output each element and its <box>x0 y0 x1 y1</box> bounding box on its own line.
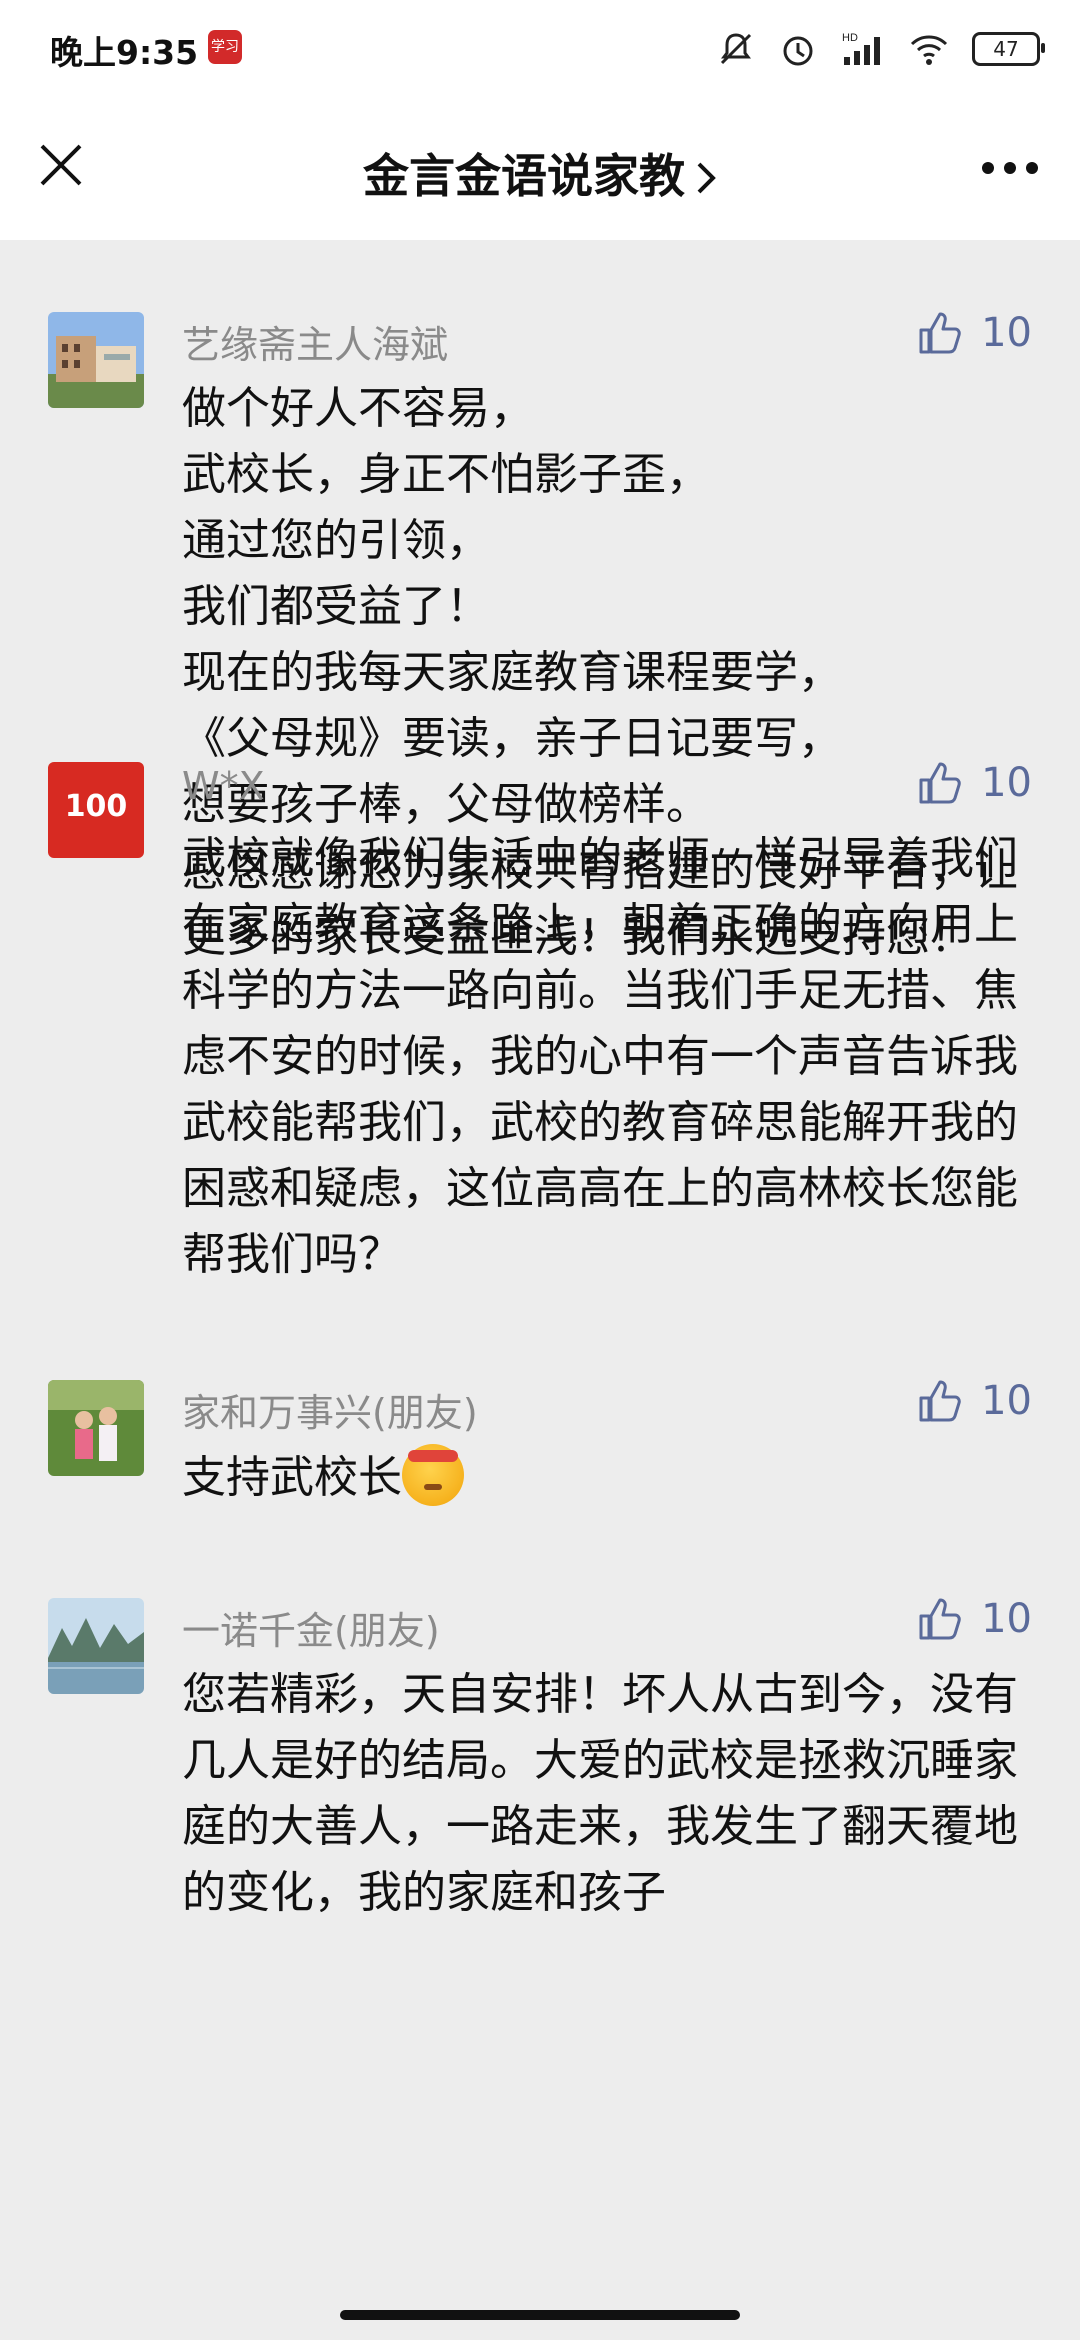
chevron-right-icon <box>695 153 717 207</box>
like-count: 10 <box>981 1596 1032 1642</box>
comment-text: 武校就像我们生活中的老师一样引导着我们在家庭教育这条路上，朝着正确的方向用上科学… <box>182 833 1018 1280</box>
page-title: 金言金语说家教 <box>363 149 685 203</box>
thumbs-up-icon <box>919 1598 961 1640</box>
like-button[interactable]: 10 <box>917 760 1032 806</box>
alarm-icon <box>778 29 818 69</box>
shushing-emoji-icon <box>402 1444 464 1506</box>
comment-list: 艺缘斋主人海斌 10 做个好人不容易， 武校长，身正不怕影子歪， 通过您的引领，… <box>0 240 1080 2300</box>
like-count: 10 <box>981 760 1032 806</box>
like-button[interactable]: 10 <box>917 1596 1032 1642</box>
like-button[interactable]: 10 <box>917 1378 1032 1424</box>
thumbs-up-icon <box>919 312 961 354</box>
notification-app-icon: 学习 <box>208 30 242 64</box>
avatar-text: 100 <box>64 789 128 824</box>
hd-signal-icon: HD <box>840 29 886 69</box>
mute-icon <box>716 29 756 69</box>
nickname[interactable]: 家和万事兴(朋友) <box>182 1382 478 1437</box>
wifi-icon <box>908 29 950 69</box>
avatar[interactable]: 100 <box>48 762 144 858</box>
page-title-link[interactable]: 金言金语说家教 <box>0 140 1080 207</box>
nickname[interactable]: 一诺千金(朋友) <box>182 1600 440 1655</box>
like-count: 10 <box>981 1378 1032 1424</box>
like-count: 10 <box>981 310 1032 356</box>
status-icons: HD 47 <box>716 24 1045 74</box>
home-indicator[interactable] <box>340 2310 740 2320</box>
svg-text:HD: HD <box>842 32 858 44</box>
nav-bar: 金言金语说家教 <box>0 96 1080 240</box>
more-button[interactable] <box>980 160 1040 176</box>
thumbs-up-icon <box>919 762 961 804</box>
avatar[interactable] <box>48 312 144 408</box>
battery-icon: 47 <box>972 32 1045 66</box>
avatar[interactable] <box>48 1598 144 1694</box>
more-icon <box>982 162 1038 174</box>
avatar[interactable] <box>48 1380 144 1476</box>
comment-text-wrap: 支持武校长 <box>182 1444 1032 1511</box>
status-bar: 晚上9:35 学习 HD 47 <box>0 0 1080 96</box>
thumbs-up-icon <box>919 1380 961 1422</box>
comment-text: 您若精彩，天自安排！坏人从古到今，没有几人是好的结局。大爱的武校是拯救沉睡家庭的… <box>182 1669 1018 1918</box>
status-time: 晚上9:35 <box>50 33 199 72</box>
nickname[interactable]: 艺缘斋主人海斌 <box>182 314 448 369</box>
like-button[interactable]: 10 <box>917 310 1032 356</box>
comment-text: 支持武校长 <box>182 1452 402 1503</box>
battery-level: 47 <box>993 37 1019 61</box>
nickname[interactable]: W*X <box>182 764 265 808</box>
